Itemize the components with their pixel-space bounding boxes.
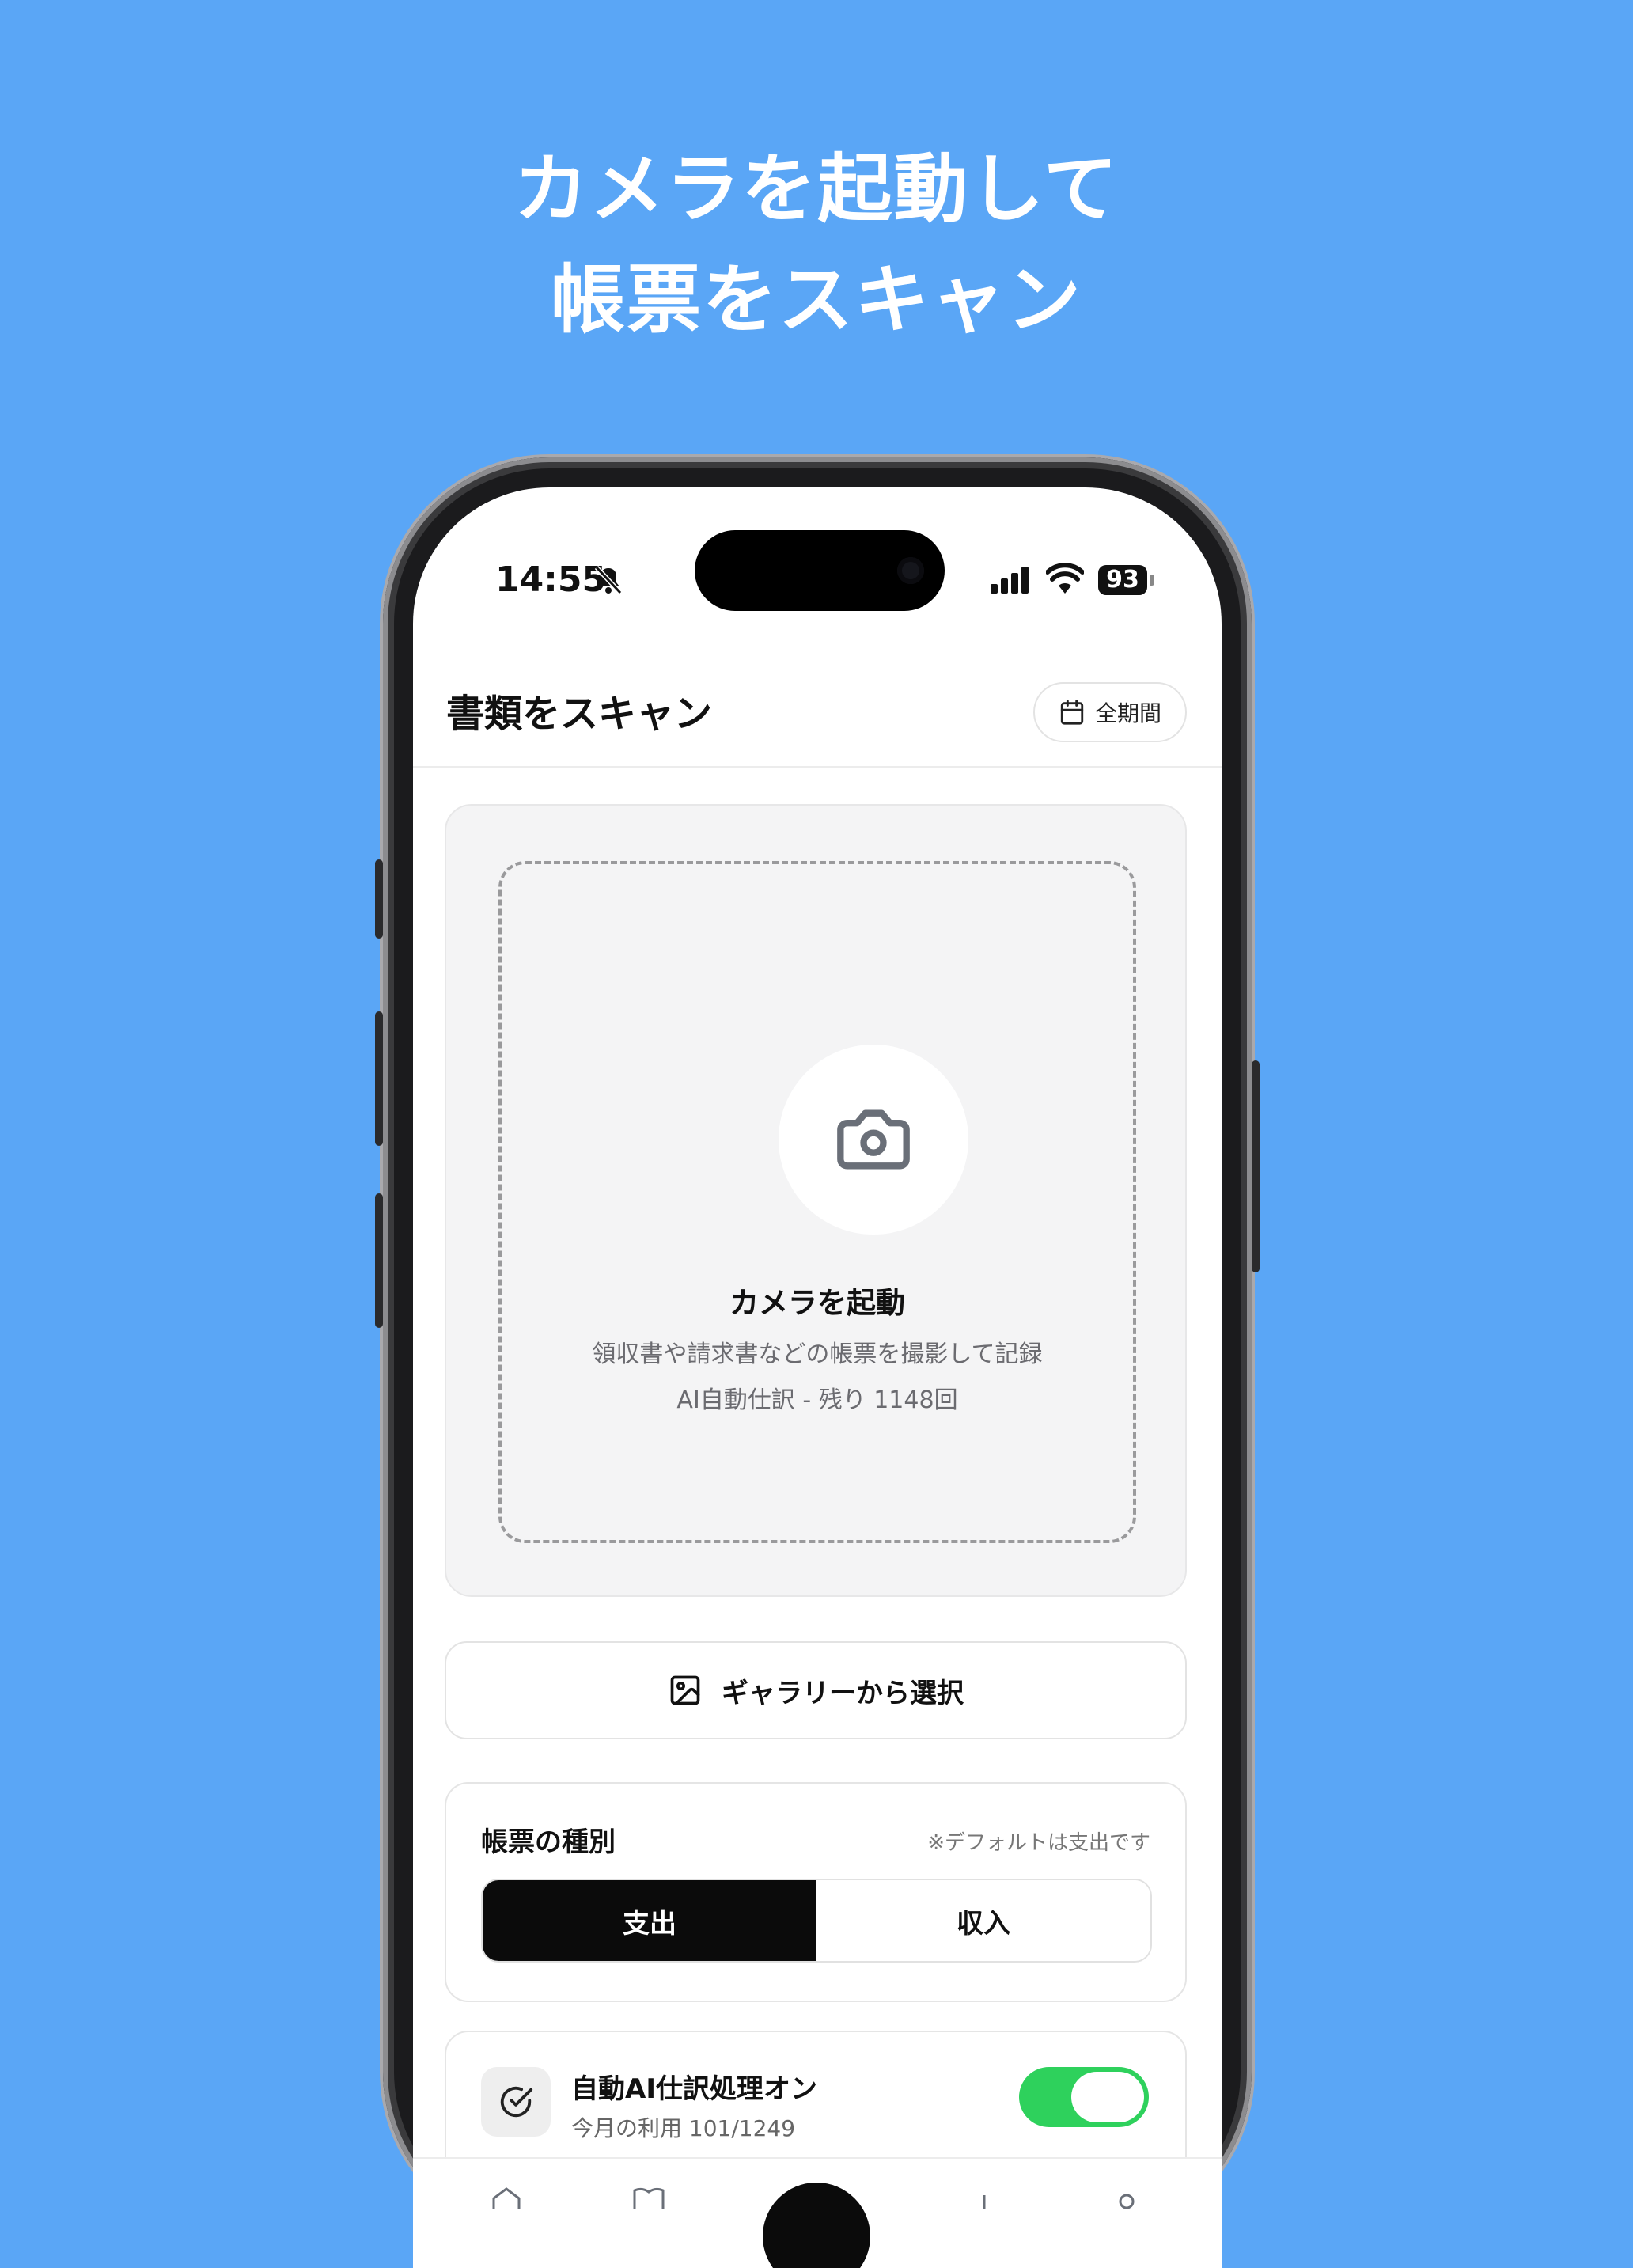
check-circle-icon (500, 2086, 533, 2118)
period-filter-label: 全期間 (1094, 700, 1161, 726)
navigation-header: 書類をスキャン 全期間 (413, 638, 1222, 768)
auto-ai-title: 自動AI仕訳処理オン (571, 2073, 817, 2105)
home-tab-icon[interactable] (489, 2186, 524, 2209)
page-title: 書類をスキャン (446, 692, 713, 736)
headline-line-2: 帳票をスキャン (550, 257, 1082, 343)
gallery-select-label: ギャラリーから選択 (722, 1677, 964, 1709)
tab-bar (413, 2157, 1222, 2268)
document-type-note: ※デフォルトは支出です (927, 1831, 1150, 1855)
gallery-select-button[interactable]: ギャラリーから選択 (445, 1641, 1187, 1739)
power-button (1252, 1060, 1260, 1272)
phone-frame: 14:55 93 書類をスキャン 全期間 カメラを起動 領収書や請求書などの帳票… (375, 457, 1260, 2268)
battery-level: 93 (1098, 565, 1147, 595)
camera-scan-card[interactable]: カメラを起動 領収書や請求書などの帳票を撮影して記録 AI自動仕訳 - 残り 1… (445, 804, 1187, 1597)
book-tab-icon[interactable] (631, 2186, 666, 2209)
app-screen: 14:55 93 書類をスキャン 全期間 カメラを起動 領収書や請求書などの帳票… (413, 487, 1222, 2268)
document-type-segmented-control: 支出 収入 (481, 1879, 1152, 1963)
silent-bell-icon (594, 565, 623, 595)
segment-income[interactable]: 収入 (816, 1880, 1150, 1961)
camera-button[interactable] (779, 1045, 968, 1235)
cellular-signal-icon (991, 567, 1029, 594)
scan-dropzone[interactable]: カメラを起動 領収書や請求書などの帳票を撮影して記録 AI自動仕訳 - 残り 1… (498, 861, 1136, 1543)
toggle-knob (1071, 2072, 1144, 2122)
scan-title: カメラを起動 (729, 1286, 905, 1320)
camera-icon (837, 1109, 910, 1170)
front-camera-lens (897, 557, 924, 584)
period-filter-button[interactable]: 全期間 (1033, 682, 1187, 742)
auto-ai-toggle[interactable] (1019, 2067, 1149, 2127)
status-time: 14:55 (495, 559, 607, 600)
segment-expense[interactable]: 支出 (483, 1880, 816, 1961)
volume-down-button (375, 1193, 383, 1328)
scan-description: 領収書や請求書などの帳票を撮影して記録 (592, 1341, 1043, 1368)
report-tab-icon[interactable] (967, 2186, 1002, 2209)
image-icon (670, 1675, 700, 1705)
ai-status-icon-box (481, 2067, 551, 2137)
status-bar: 14:55 93 (413, 487, 1222, 611)
document-type-title: 帳票の種別 (481, 1826, 616, 1858)
dynamic-island (695, 530, 945, 611)
calendar-icon (1060, 700, 1084, 725)
headline-line-1: カメラを起動して (513, 146, 1120, 233)
document-type-card: 帳票の種別 ※デフォルトは支出です 支出 収入 (445, 1782, 1187, 2002)
volume-up-button (375, 1011, 383, 1146)
ai-remaining-count: AI自動仕訳 - 残り 1148回 (676, 1386, 958, 1414)
battery-tip (1150, 575, 1154, 586)
wifi-icon (1046, 563, 1084, 594)
scan-fab-button[interactable] (763, 2183, 870, 2268)
promo-headline: カメラを起動して 帳票をスキャン (0, 135, 1633, 356)
profile-tab-icon[interactable] (1109, 2186, 1144, 2209)
auto-ai-usage: 今月の利用 101/1249 (571, 2115, 796, 2141)
action-button (375, 859, 383, 939)
